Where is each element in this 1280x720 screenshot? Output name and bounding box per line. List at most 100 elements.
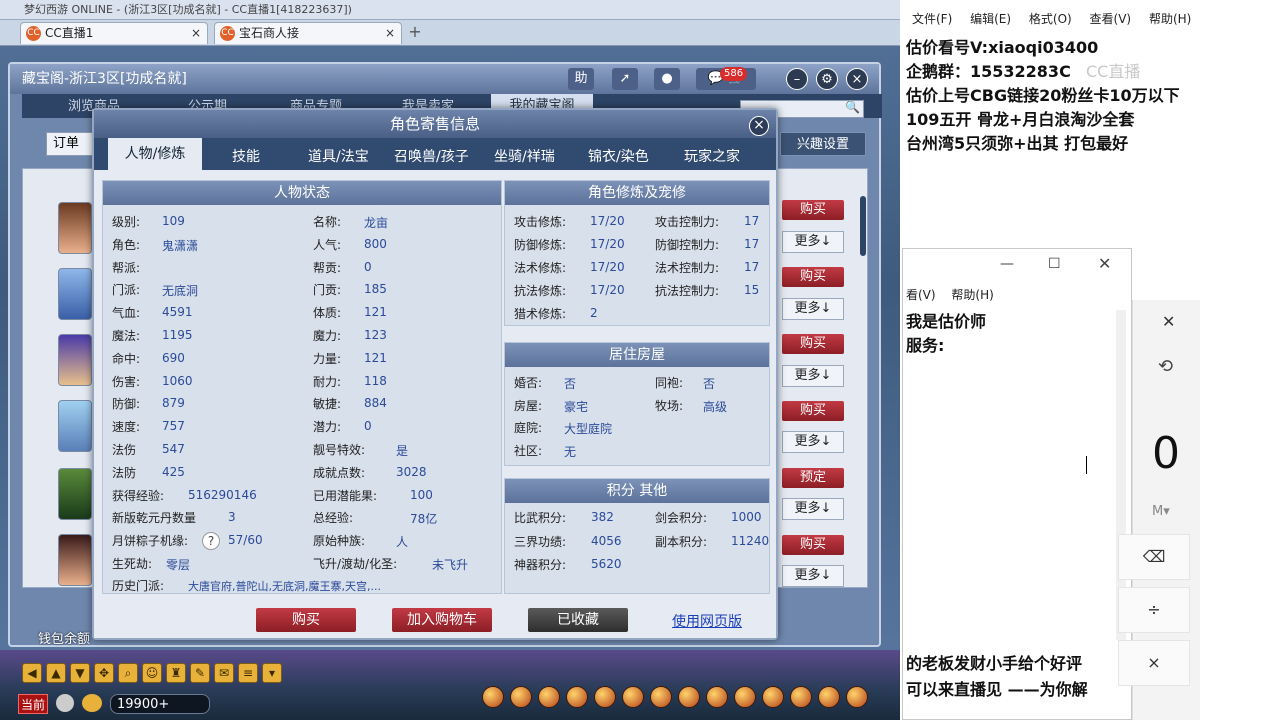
list-icon[interactable]: ≡ <box>238 663 258 683</box>
divide-button[interactable]: ÷ <box>1118 587 1190 633</box>
minimize-icon[interactable]: — <box>1000 256 1014 272</box>
cultivation-value: 15 <box>744 283 760 297</box>
points-value: 4056 <box>591 533 622 548</box>
tab-pets[interactable]: 召唤兽/孩子 <box>394 144 469 170</box>
search-icon[interactable]: 🔍 <box>845 100 860 114</box>
shop-icon[interactable] <box>678 686 700 708</box>
avatar[interactable] <box>58 334 92 386</box>
interest-settings-button[interactable]: 兴趣设置 <box>780 132 866 156</box>
chat-icon[interactable]: ✉ <box>214 663 234 683</box>
tab-character[interactable]: 人物/修炼 <box>108 138 202 170</box>
menu-edit[interactable]: 编辑(E) <box>970 12 1011 26</box>
close-tab-icon[interactable]: × <box>385 23 395 43</box>
close-icon[interactable]: ✕ <box>1162 312 1175 331</box>
more-button[interactable]: 更多↓ <box>782 231 844 253</box>
close-icon[interactable]: × <box>846 68 868 90</box>
buy-button[interactable]: 购买 <box>256 608 356 632</box>
more-button[interactable]: 更多↓ <box>782 298 844 320</box>
more-button[interactable]: 更多↓ <box>782 431 844 453</box>
menu-help[interactable]: 帮助(H) <box>1149 12 1191 26</box>
system-icon[interactable] <box>818 686 840 708</box>
help-button[interactable]: 助 <box>568 68 594 90</box>
avatar[interactable] <box>58 202 92 254</box>
arrow-left-icon[interactable]: ◀ <box>22 663 42 683</box>
menu-help[interactable]: 帮助(H) <box>951 288 993 302</box>
multiply-button[interactable]: × <box>1118 640 1190 686</box>
more-button[interactable]: 更多↓ <box>782 565 844 587</box>
memory-button[interactable]: M▾ <box>1152 504 1170 519</box>
stat-label: 帮派: <box>112 260 141 275</box>
settings-icon[interactable]: ⚙ <box>816 68 838 90</box>
emoji-icon[interactable] <box>82 694 102 712</box>
arrow-down-icon[interactable]: ▼ <box>70 663 90 683</box>
tab-home[interactable]: 玩家之家 <box>684 144 740 170</box>
tab-gem-merchant[interactable]: CC 宝石商人接 × <box>214 22 402 44</box>
skill-icon[interactable] <box>482 686 504 708</box>
reserve-button[interactable]: 预定 <box>782 468 844 488</box>
notice-icon[interactable] <box>790 686 812 708</box>
mic-icon[interactable] <box>56 694 74 712</box>
friend-icon[interactable] <box>622 686 644 708</box>
text-cursor <box>1086 456 1088 474</box>
close-icon[interactable]: × <box>749 116 769 136</box>
buy-button[interactable]: 购买 <box>782 200 844 220</box>
buy-button[interactable]: 购买 <box>782 334 844 354</box>
add-to-cart-button[interactable]: 加入购物车 <box>392 608 492 632</box>
close-icon[interactable]: ✕ <box>1098 254 1111 273</box>
tab-cc-live[interactable]: CC CC直播1 × <box>20 22 208 44</box>
scrollbar[interactable] <box>860 196 866 256</box>
web-version-link[interactable]: 使用网页版 <box>672 611 742 631</box>
buy-button[interactable]: 购买 <box>782 267 844 287</box>
close-tab-icon[interactable]: × <box>191 23 201 43</box>
help-icon[interactable]: ? <box>202 532 220 550</box>
minimize-icon[interactable]: – <box>786 68 808 90</box>
backspace-button[interactable]: ⌫ <box>1118 534 1190 580</box>
avatar[interactable] <box>58 268 92 320</box>
mail-icon[interactable] <box>762 686 784 708</box>
tool-icon[interactable]: ✎ <box>190 663 210 683</box>
note-line: 109五开 骨龙+月白浪淘沙全套 <box>906 110 1135 129</box>
menu-format[interactable]: 格式(O) <box>1029 12 1072 26</box>
buy-button[interactable]: 购买 <box>782 535 844 555</box>
share-icon[interactable]: ➚ <box>612 68 638 90</box>
gift-icon[interactable] <box>538 686 560 708</box>
stat-value: 121 <box>364 350 387 365</box>
menu-file[interactable]: 文件(F) <box>912 12 952 26</box>
menu-view[interactable]: 查看(V) <box>1090 12 1132 26</box>
tab-outfits[interactable]: 锦衣/染色 <box>588 144 649 170</box>
buy-button[interactable]: 购买 <box>782 401 844 421</box>
pet-icon[interactable] <box>706 686 728 708</box>
building-icon[interactable] <box>846 686 868 708</box>
stat-label: 飞升/渡劫/化圣: <box>313 557 398 571</box>
move-icon[interactable]: ✥ <box>94 663 114 683</box>
maximize-icon[interactable]: ☐ <box>1048 256 1061 272</box>
avatar[interactable] <box>58 534 92 586</box>
points-label: 三界功绩: <box>514 534 567 549</box>
item-image[interactable] <box>58 468 92 520</box>
cultivation-label: 猎术修炼: <box>514 307 567 321</box>
zoom-icon[interactable]: ⌕ <box>118 663 138 683</box>
tab-items[interactable]: 道具/法宝 <box>308 144 369 170</box>
quest-icon[interactable] <box>650 686 672 708</box>
collected-button[interactable]: 已收藏 <box>528 608 628 632</box>
menu-view[interactable]: 看(V) <box>906 288 936 302</box>
channel-current[interactable]: 当前 <box>18 694 48 714</box>
history-icon[interactable]: ⟲ <box>1158 356 1173 377</box>
add-tab-button[interactable]: + <box>406 23 424 41</box>
map-icon[interactable] <box>734 686 756 708</box>
more-button[interactable]: 更多↓ <box>782 365 844 387</box>
menu-down-icon[interactable]: ▾ <box>262 663 282 683</box>
tab-skills[interactable]: 技能 <box>232 144 260 170</box>
guild-icon[interactable] <box>594 686 616 708</box>
arrow-up-icon[interactable]: ▲ <box>46 663 66 683</box>
item-icon[interactable] <box>510 686 532 708</box>
points-title: 积分 其他 <box>505 479 769 503</box>
team-icon[interactable] <box>566 686 588 708</box>
person-icon[interactable]: ☺ <box>142 663 162 683</box>
tab-mounts[interactable]: 坐骑/祥瑞 <box>494 144 555 170</box>
record-icon[interactable]: ● <box>654 68 680 90</box>
more-button[interactable]: 更多↓ <box>782 498 844 520</box>
order-select[interactable]: 订单 <box>46 132 94 156</box>
bag-icon[interactable]: ♜ <box>166 663 186 683</box>
avatar[interactable] <box>58 400 92 452</box>
